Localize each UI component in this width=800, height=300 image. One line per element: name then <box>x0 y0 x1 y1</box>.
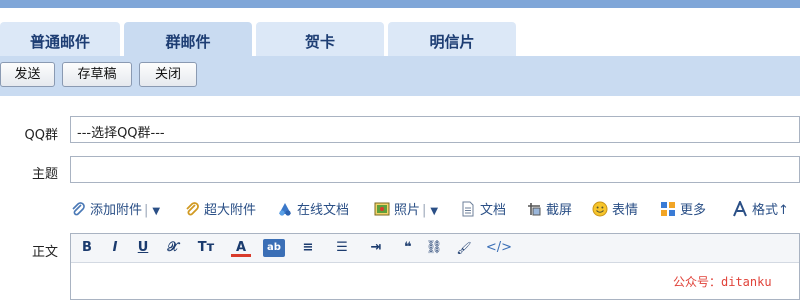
clear-format-button[interactable]: 𝒳 <box>163 239 183 257</box>
quote-button[interactable]: ❝ <box>401 239 415 257</box>
link-button[interactable]: ⛓ <box>425 239 443 257</box>
body-editor[interactable]: B I U 𝒳 Tт A ab ≡ ☰ ⇥ ❝ ⛓ 🖌 </> 公众号：dita… <box>70 233 800 300</box>
underline-button[interactable]: U <box>135 239 151 257</box>
chevron-down-icon[interactable]: ▼ <box>430 202 438 222</box>
large-attachment-button[interactable]: 超大附件 <box>184 201 256 221</box>
photo-label: 照片 <box>394 203 421 218</box>
emoji-label: 表情 <box>612 203 639 218</box>
editor-format-toolbar: B I U 𝒳 Tт A ab ≡ ☰ ⇥ ❝ ⛓ 🖌 </> <box>71 234 799 263</box>
code-button[interactable]: </> <box>485 239 513 257</box>
attachment-toolbar: 添加附件 | ▼ 超大附件 在线文档 照片 | ▼ 文档 截屏 表情 更多 格式↑ <box>70 201 800 221</box>
bullet-list-button[interactable]: ☰ <box>333 239 351 257</box>
bold-button[interactable]: B <box>79 239 95 257</box>
chevron-down-icon[interactable]: ▼ <box>152 202 160 222</box>
format-button[interactable]: 格式↑ <box>732 201 789 221</box>
font-size-button[interactable]: Tт <box>195 239 217 257</box>
screenshot-button[interactable]: 截屏 <box>526 201 572 221</box>
online-doc-label: 在线文档 <box>297 203 350 218</box>
format-a-icon <box>733 201 747 217</box>
separator: | <box>144 203 149 218</box>
body-label: 正文 <box>31 245 58 260</box>
tab-group-mail[interactable]: 群邮件 <box>124 22 252 56</box>
top-accent-bar <box>0 0 800 14</box>
subject-input[interactable] <box>70 156 800 183</box>
tab-postcard[interactable]: 明信片 <box>388 22 516 56</box>
close-button[interactable]: 关闭 <box>139 62 197 87</box>
more-button[interactable]: 更多 <box>660 201 706 221</box>
tab-greeting-card[interactable]: 贺卡 <box>256 22 384 56</box>
add-attachment-button[interactable]: 添加附件 | ▼ <box>70 201 160 221</box>
document-button[interactable]: 文档 <box>460 201 506 221</box>
online-doc-button[interactable]: 在线文档 <box>277 201 349 221</box>
screenshot-label: 截屏 <box>546 203 573 218</box>
paperclip-icon <box>72 202 85 216</box>
italic-button[interactable]: I <box>107 239 123 257</box>
font-color-button[interactable]: A <box>231 239 251 257</box>
qq-group-select[interactable]: ---选择QQ群--- <box>70 116 800 143</box>
paint-brush-button[interactable]: 🖌 <box>455 239 473 257</box>
scissors-icon <box>528 203 541 216</box>
format-label: 格式↑ <box>752 203 789 218</box>
document-label: 文档 <box>480 203 507 218</box>
separator: | <box>422 203 427 218</box>
photo-icon <box>374 202 390 216</box>
grid-icon <box>661 202 675 216</box>
large-attachment-label: 超大附件 <box>204 203 257 218</box>
smiley-icon <box>592 201 608 217</box>
indent-button[interactable]: ⇥ <box>367 239 385 257</box>
tab-normal-mail[interactable]: 普通邮件 <box>0 22 120 56</box>
watermark-text: 公众号：ditanku <box>673 275 772 289</box>
more-label: 更多 <box>680 203 707 218</box>
photo-button[interactable]: 照片 | ▼ <box>374 201 438 221</box>
save-draft-button[interactable]: 存草稿 <box>62 62 132 87</box>
subject-label: 主题 <box>31 167 58 182</box>
paperclip-gold-icon <box>186 202 199 216</box>
align-button[interactable]: ≡ <box>299 239 317 257</box>
mail-type-tabs: 普通邮件 群邮件 贺卡 明信片 <box>0 22 800 56</box>
add-attachment-label: 添加附件 <box>90 203 143 218</box>
qq-group-selected-value: ---选择QQ群--- <box>77 126 165 141</box>
qq-group-label: QQ群 <box>24 128 58 143</box>
send-button[interactable]: 发送 <box>0 62 55 87</box>
mail-action-toolbar: 发送 存草稿 关闭 <box>0 56 800 96</box>
cloud-doc-icon <box>279 203 291 216</box>
highlight-button[interactable]: ab <box>263 239 285 257</box>
document-icon <box>462 201 474 217</box>
emoji-button[interactable]: 表情 <box>592 201 638 221</box>
